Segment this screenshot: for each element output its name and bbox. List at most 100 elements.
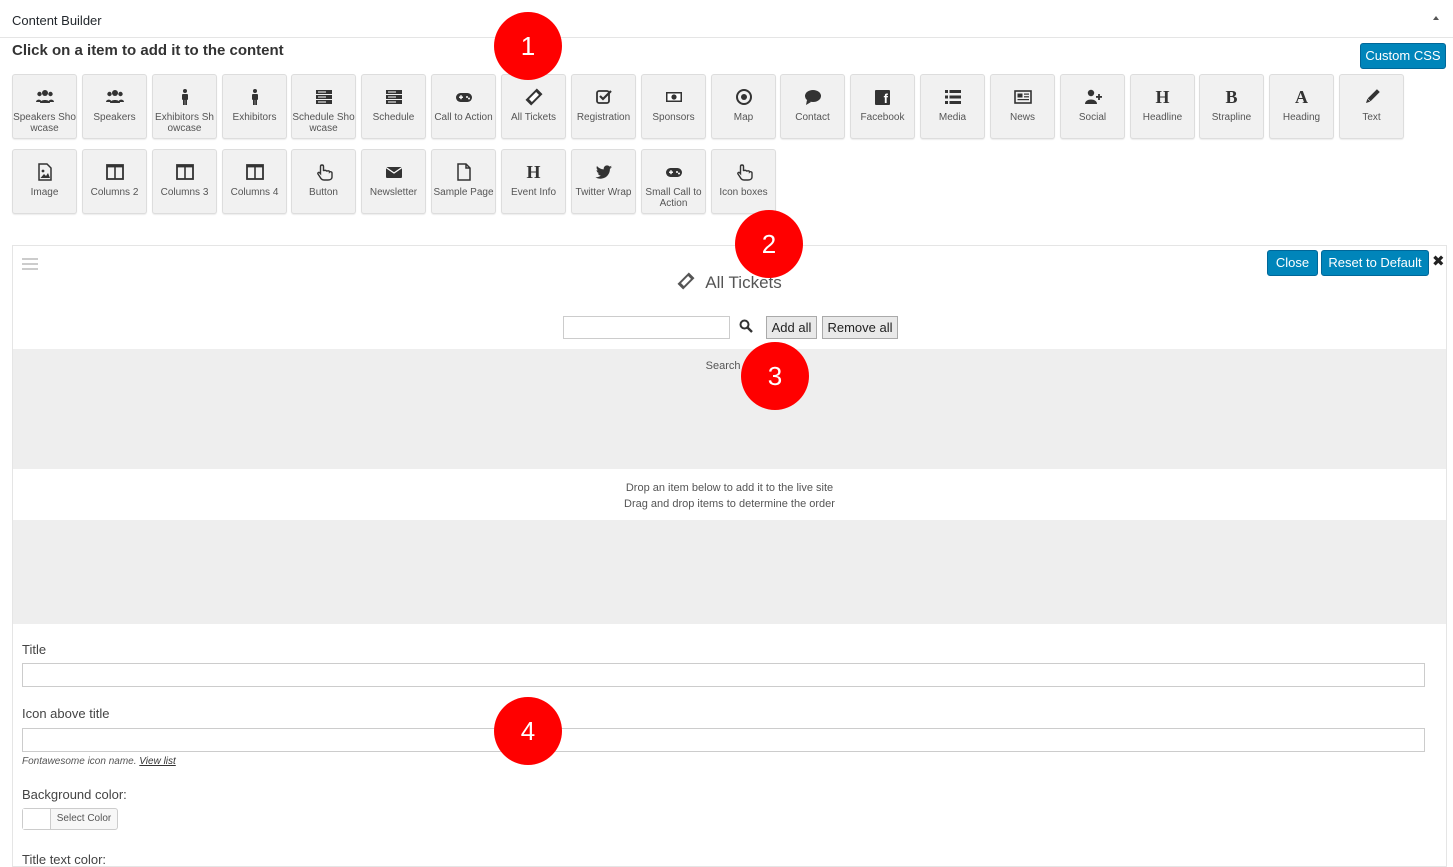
tile-twitter-wrap[interactable]: Twitter Wrap bbox=[571, 149, 636, 214]
hand-pointer-icon bbox=[712, 160, 775, 184]
facebook-icon: f bbox=[851, 85, 914, 109]
background-color-picker[interactable]: Select Color bbox=[22, 808, 118, 830]
money-icon bbox=[642, 85, 705, 109]
gamepad-icon bbox=[432, 85, 495, 109]
tile-exhibitors[interactable]: Exhibitors bbox=[222, 74, 287, 139]
pencil-icon bbox=[1340, 85, 1403, 109]
tile-label: Columns 2 bbox=[90, 187, 139, 198]
tile-label: Facebook bbox=[860, 112, 905, 123]
collapse-arrow-icon[interactable] bbox=[1433, 16, 1439, 20]
annotation-marker-4: 4 bbox=[494, 697, 562, 765]
hand-pointer-icon bbox=[292, 160, 355, 184]
tile-speakers[interactable]: Speakers bbox=[82, 74, 147, 139]
tile-heading[interactable]: A Heading bbox=[1269, 74, 1334, 139]
add-all-button[interactable]: Add all bbox=[766, 316, 817, 339]
search-results-area[interactable]: Search re bbox=[13, 349, 1446, 469]
drop-instructions-line1: Drop an item below to add it to the live… bbox=[625, 482, 834, 494]
remove-all-button[interactable]: Remove all bbox=[822, 316, 898, 339]
tile-schedule[interactable]: Schedule bbox=[361, 74, 426, 139]
users-icon bbox=[13, 85, 76, 109]
icon-above-title-label: Icon above title bbox=[22, 706, 110, 721]
tile-registration[interactable]: Registration bbox=[571, 74, 636, 139]
tile-call-to-action[interactable]: Call to Action bbox=[431, 74, 496, 139]
tile-label: Contact bbox=[795, 112, 830, 123]
tile-headline[interactable]: H Headline bbox=[1130, 74, 1195, 139]
bold-icon: B bbox=[1225, 87, 1238, 107]
view-list-link[interactable]: View list bbox=[139, 756, 176, 767]
ticket-icon bbox=[502, 85, 565, 109]
panel-title: Content Builder bbox=[12, 13, 102, 28]
tile-columns-2[interactable]: Columns 2 bbox=[82, 149, 147, 214]
tile-label: Schedule bbox=[372, 112, 415, 123]
person-icon bbox=[223, 85, 286, 109]
tile-sample-page[interactable]: Sample Page bbox=[431, 149, 496, 214]
tile-news[interactable]: News bbox=[990, 74, 1055, 139]
file-icon bbox=[432, 160, 495, 184]
tile-label: Speakers Sho wcase bbox=[13, 112, 76, 134]
tile-social[interactable]: Social bbox=[1060, 74, 1125, 139]
tile-columns-3[interactable]: Columns 3 bbox=[152, 149, 217, 214]
remove-section-icon[interactable]: ✖ bbox=[1432, 252, 1445, 270]
tile-exhibitors-sh-owcase[interactable]: Exhibitors Sh owcase bbox=[152, 74, 217, 139]
tile-sponsors[interactable]: Sponsors bbox=[641, 74, 706, 139]
columns-icon bbox=[83, 160, 146, 184]
tile-small-call-to-action[interactable]: Small Call to Action bbox=[641, 149, 706, 214]
server-icon bbox=[292, 85, 355, 109]
tile-strapline[interactable]: B Strapline bbox=[1199, 74, 1264, 139]
tile-image[interactable]: Image bbox=[12, 149, 77, 214]
annotation-marker-2: 2 bbox=[735, 210, 803, 278]
search-icon[interactable] bbox=[739, 319, 753, 338]
tile-columns-4[interactable]: Columns 4 bbox=[222, 149, 287, 214]
tile-label: Image bbox=[30, 187, 59, 198]
columns-icon bbox=[223, 160, 286, 184]
title-label: Title bbox=[22, 642, 47, 657]
color-swatch[interactable] bbox=[23, 809, 51, 829]
tile-newsletter[interactable]: Newsletter bbox=[361, 149, 426, 214]
tile-label: Event Info bbox=[510, 187, 557, 198]
title-input[interactable] bbox=[22, 663, 1425, 687]
instructions-text: Click on a item to add it to the content bbox=[12, 42, 284, 59]
annotation-marker-1: 1 bbox=[494, 12, 562, 80]
tile-label: Sponsors bbox=[652, 112, 695, 123]
panel-header[interactable]: Content Builder bbox=[0, 0, 1453, 38]
tile-label: Headline bbox=[1142, 112, 1183, 123]
tile-text[interactable]: Text bbox=[1339, 74, 1404, 139]
custom-css-button[interactable]: Custom CSS bbox=[1360, 43, 1446, 69]
tile-label: Columns 4 bbox=[230, 187, 279, 198]
content-builder-page: Content Builder Click on a item to add i… bbox=[0, 0, 1453, 867]
tile-label: Twitter Wrap bbox=[575, 187, 632, 198]
tile-label: Social bbox=[1078, 112, 1107, 123]
select-color-button[interactable]: Select Color bbox=[51, 809, 117, 829]
drop-zone[interactable] bbox=[13, 520, 1446, 624]
server-icon bbox=[362, 85, 425, 109]
tile-media[interactable]: Media bbox=[920, 74, 985, 139]
search-results-text: Search re bbox=[705, 360, 754, 372]
tile-label: Button bbox=[309, 187, 338, 198]
tile-speakers-sho-wcase[interactable]: Speakers Sho wcase bbox=[12, 74, 77, 139]
users-icon bbox=[83, 85, 146, 109]
icon-hint-text: Fontawesome icon name. bbox=[22, 756, 137, 767]
tile-facebook[interactable]: f Facebook bbox=[850, 74, 915, 139]
tile-label: Speakers bbox=[93, 112, 136, 123]
newspaper-icon bbox=[991, 85, 1054, 109]
tile-icon-boxes[interactable]: Icon boxes bbox=[711, 149, 776, 214]
drag-handle-icon[interactable] bbox=[22, 258, 38, 273]
tile-all-tickets[interactable]: All Tickets bbox=[501, 74, 566, 139]
all-tickets-section: Close Reset to Default ✖ All Tickets Add… bbox=[12, 245, 1447, 867]
tile-map[interactable]: Map bbox=[711, 74, 776, 139]
tile-event-info[interactable]: H Event Info bbox=[501, 149, 566, 214]
background-color-label: Background color: bbox=[22, 787, 127, 802]
drop-instructions-line2: Drag and drop items to determine the ord… bbox=[624, 498, 835, 510]
search-input[interactable] bbox=[563, 316, 730, 339]
tile-label: Map bbox=[733, 112, 754, 123]
image-icon bbox=[13, 160, 76, 184]
dot-circle-icon bbox=[712, 85, 775, 109]
tile-schedule-sho-wcase[interactable]: Schedule Sho wcase bbox=[291, 74, 356, 139]
list-icon bbox=[921, 85, 984, 109]
gamepad-icon bbox=[642, 160, 705, 184]
tile-label: Registration bbox=[576, 112, 631, 123]
tile-contact[interactable]: Contact bbox=[780, 74, 845, 139]
tile-button[interactable]: Button bbox=[291, 149, 356, 214]
icon-above-title-input[interactable] bbox=[22, 728, 1425, 752]
tile-label: Small Call to Action bbox=[645, 187, 702, 209]
